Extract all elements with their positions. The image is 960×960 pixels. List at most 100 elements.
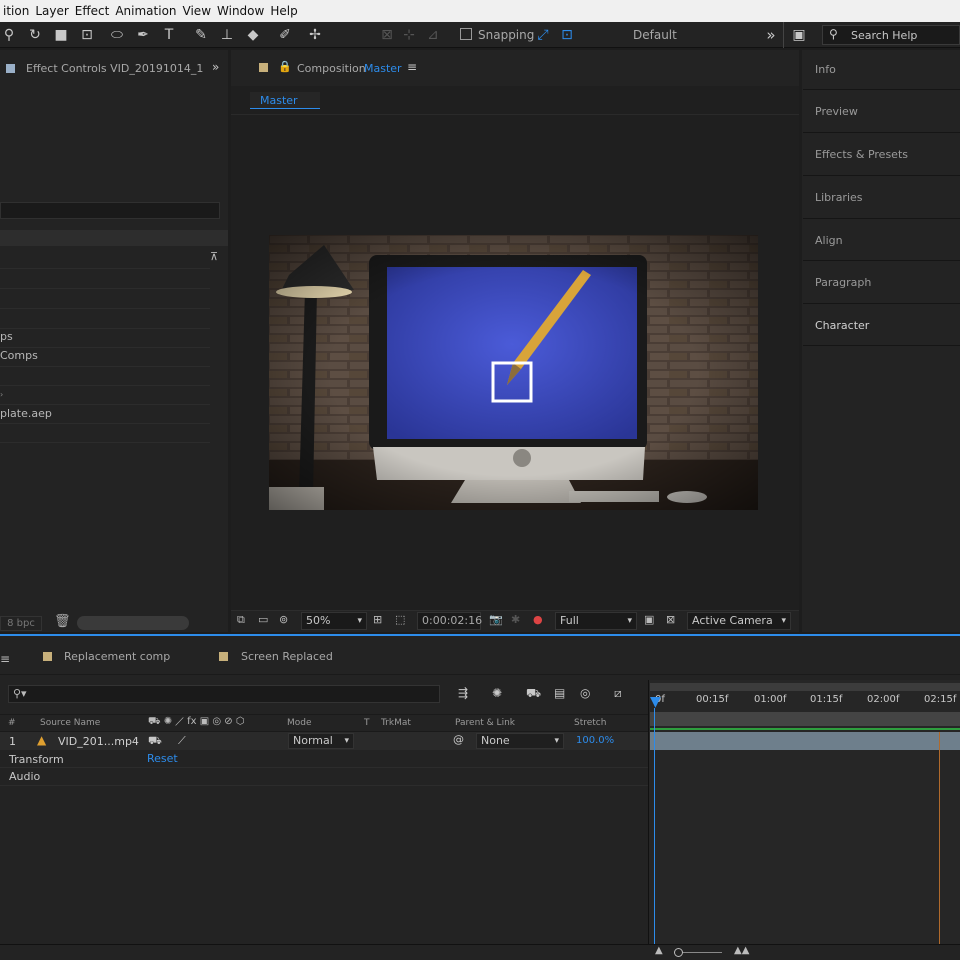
menu-effect[interactable]: Effect	[72, 4, 113, 18]
ellipse-tool-icon[interactable]: ⬭	[108, 26, 126, 44]
always-preview-icon[interactable]: ⧉	[237, 613, 245, 629]
resolution-dropdown[interactable]: Full ▾	[555, 612, 637, 630]
col-mode[interactable]: Mode	[287, 718, 312, 728]
stretch-value[interactable]: 100.0%	[576, 735, 614, 746]
quality-switch-icon[interactable]: ⟋	[178, 734, 186, 748]
pick-whip-icon[interactable]: @	[453, 733, 464, 746]
rotate-tool-icon[interactable]: ↻	[26, 26, 44, 44]
layer-duration-bar[interactable]	[650, 732, 960, 750]
info-panel-tab[interactable]: Info	[815, 63, 836, 76]
camera-dropdown[interactable]: Active Camera ▾	[687, 612, 791, 630]
zoom-slider-handle[interactable]	[674, 948, 683, 957]
axis-world-icon[interactable]: ⊹	[400, 26, 418, 44]
effect-controls-tab[interactable]: Effect Controls VID_20191014_1	[26, 62, 203, 75]
workspace-default[interactable]: Default	[633, 28, 677, 42]
timeline-tab-replacement-comp[interactable]: Replacement comp	[64, 650, 170, 663]
roto-brush-tool-icon[interactable]: ✐	[276, 26, 294, 44]
composition-viewer[interactable]	[269, 235, 758, 510]
region-of-interest-icon[interactable]: ▣	[644, 613, 654, 629]
master-comp-tab[interactable]: Master	[250, 92, 320, 109]
col-parent-link[interactable]: Parent & Link	[455, 718, 515, 728]
parent-dropdown[interactable]: None ▾	[476, 733, 564, 749]
graph-editor-icon[interactable]: ⧄	[614, 686, 622, 701]
timeline-search-input[interactable]: ⚲▾	[8, 685, 440, 703]
search-help-input[interactable]: ⚲ Search Help	[822, 25, 960, 45]
project-item[interactable]: Comps	[0, 349, 38, 362]
shy-layers-icon[interactable]: ⛟	[526, 686, 541, 702]
transform-reset-link[interactable]: Reset	[147, 752, 178, 765]
snap-edges-icon[interactable]: ⤢	[534, 26, 552, 44]
audio-property[interactable]: Audio	[9, 770, 40, 783]
preview-panel-tab[interactable]: Preview	[815, 105, 858, 118]
transform-property[interactable]: Transform	[9, 753, 64, 766]
frame-blending-icon[interactable]: ▤	[554, 686, 565, 700]
shy-switch-icon[interactable]: ⛟	[148, 734, 162, 749]
timeline-tab-screen-replaced[interactable]: Screen Replaced	[241, 650, 333, 663]
comp-mini-flowchart-icon[interactable]: ⇶	[458, 686, 468, 700]
col-t: T	[364, 718, 370, 728]
trash-icon[interactable]: 🗑	[54, 614, 71, 629]
menu-animation[interactable]: Animation	[112, 4, 179, 18]
project-item[interactable]: ps	[0, 330, 13, 343]
grid-guides-icon[interactable]: ⊞	[373, 613, 382, 629]
show-snapshot-icon[interactable]: ✱	[511, 613, 520, 629]
menu-help[interactable]: Help	[267, 4, 300, 18]
menu-layer[interactable]: Layer	[32, 4, 71, 18]
panel-menu-icon[interactable]: ≡	[407, 60, 417, 74]
panel-overflow-icon[interactable]: »	[212, 60, 219, 74]
col-stretch[interactable]: Stretch	[574, 718, 606, 728]
libraries-panel-tab[interactable]: Libraries	[815, 191, 863, 204]
row-divider	[0, 442, 210, 443]
lock-icon[interactable]: 🔒	[278, 60, 292, 73]
zoom-in-icon[interactable]: ▲▲	[734, 945, 749, 956]
draft-3d-icon[interactable]: ✺	[492, 686, 502, 700]
axis-view-icon[interactable]: ⊿	[424, 26, 442, 44]
col-trkmat[interactable]: TrkMat	[381, 718, 411, 728]
clone-stamp-tool-icon[interactable]: ⊥	[218, 26, 236, 44]
menu-window[interactable]: Window	[214, 4, 267, 18]
transparency-grid-icon[interactable]: ⊠	[666, 613, 675, 629]
project-scrollbar[interactable]	[77, 616, 189, 630]
align-panel-tab[interactable]: Align	[815, 234, 843, 247]
zoom-dropdown[interactable]: 50% ▾	[301, 612, 367, 630]
effects-presets-panel-tab[interactable]: Effects & Presets	[815, 148, 908, 161]
project-item[interactable]: plate.aep	[0, 407, 52, 420]
camera-tool-icon[interactable]: ■	[52, 26, 70, 44]
paragraph-panel-tab[interactable]: Paragraph	[815, 276, 871, 289]
composition-tab-name[interactable]: Master	[364, 62, 402, 75]
snapping-checkbox[interactable]	[460, 28, 472, 40]
type-tool-icon[interactable]: T	[160, 26, 178, 44]
mask-visibility-icon[interactable]: ⬚	[395, 613, 405, 629]
playhead-icon[interactable]: ▼	[650, 694, 661, 710]
workspace-overflow-icon[interactable]: »	[762, 26, 780, 44]
menu-composition[interactable]: ition	[0, 4, 32, 18]
project-search-input[interactable]	[0, 202, 220, 219]
puppet-pin-tool-icon[interactable]: ✢	[306, 26, 324, 44]
zoom-out-icon[interactable]: ▲	[655, 945, 663, 956]
composition-tab-label[interactable]: Composition	[297, 62, 366, 75]
bit-depth-button[interactable]: 8 bpc	[0, 616, 42, 631]
col-source-name[interactable]: Source Name	[40, 718, 100, 728]
pan-behind-tool-icon[interactable]: ⊡	[78, 26, 96, 44]
axis-local-icon[interactable]: ⊠	[378, 26, 396, 44]
brush-tool-icon[interactable]: ✎	[192, 26, 210, 44]
hierarchy-icon[interactable]: ⊼	[210, 250, 218, 263]
layer-name[interactable]: VID_201...mp4	[58, 735, 139, 748]
monitor-icon[interactable]: ▭	[258, 613, 268, 629]
snap-features-icon[interactable]: ⊡	[558, 26, 576, 44]
vr-icon[interactable]: ⊚	[279, 613, 288, 629]
menu-view[interactable]: View	[180, 4, 214, 18]
channel-rgb-icon[interactable]: ●	[533, 613, 543, 629]
character-panel-tab[interactable]: Character	[815, 319, 869, 332]
current-time-display[interactable]: 0:00:02:16	[417, 612, 482, 630]
layer-mode-dropdown[interactable]: Normal ▾	[288, 733, 354, 749]
pen-tool-icon[interactable]: ✒	[134, 26, 152, 44]
folder-chevron-icon[interactable]: ›	[0, 390, 3, 399]
zoom-tool-icon[interactable]: ⚲	[0, 26, 18, 44]
snapshot-camera-icon[interactable]: 📷	[489, 613, 503, 629]
timeline-menu-icon[interactable]: ≡	[0, 652, 10, 666]
motion-blur-icon[interactable]: ◎	[580, 686, 590, 700]
work-area-bar[interactable]	[650, 683, 960, 691]
sync-settings-icon[interactable]: ▣	[790, 26, 808, 44]
eraser-tool-icon[interactable]: ◆	[244, 26, 262, 44]
